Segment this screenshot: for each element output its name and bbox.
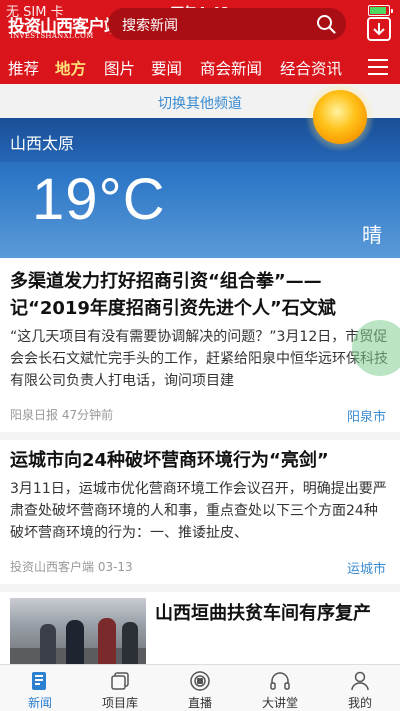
channel-bar: 推荐 地方 图片 要闻 商会新闻 经合资讯 — [0, 50, 400, 84]
weather-temperature: 19°C — [32, 167, 166, 232]
headphones-icon — [270, 672, 290, 690]
battery-icon — [368, 5, 393, 16]
tab-chamber-news[interactable]: 商会新闻 — [200, 57, 262, 79]
bottom-tab-bar: 新闻 项目库 直播 大讲堂 我的 — [0, 664, 400, 711]
article-source: 阳泉日报 47分钟前 — [10, 408, 114, 422]
divider — [0, 432, 400, 440]
tab-local[interactable]: 地方 — [55, 57, 86, 79]
article-meta: 阳泉日报 47分钟前 阳泉市 — [10, 406, 390, 425]
article-source: 投资山西客户端 03-13 — [10, 560, 133, 574]
tab-pictures[interactable]: 图片 — [104, 57, 135, 79]
tab-news[interactable]: 新闻 — [0, 665, 80, 711]
weather-city: 山西太原 — [10, 134, 75, 153]
tab-lecture-hall[interactable]: 大讲堂 — [240, 665, 320, 711]
weather-condition: 晴 — [362, 223, 382, 247]
article-title: 多渠道发力打好招商引资“组合拳”——记“2019年度招商引资先进个人”石文斌 — [10, 271, 336, 319]
tab-label: 项目库 — [101, 696, 138, 710]
tab-economic-news[interactable]: 经合资讯 — [280, 57, 342, 79]
divider — [0, 584, 400, 592]
live-icon — [190, 671, 210, 691]
article-summary: 3月11日，运城市优化营商环境工作会议召开，明确提出要严肃查处破坏营商环境的人和… — [10, 481, 387, 541]
search-icon[interactable] — [316, 14, 336, 34]
article-title[interactable]: 山西垣曲扶贫车间有序复产 — [155, 599, 371, 625]
menu-icon[interactable] — [368, 59, 388, 75]
news-item[interactable]: 多渠道发力打好招商引资“组合拳”——记“2019年度招商引资先进个人”石文斌 “… — [10, 268, 390, 425]
app-logo: 投资山西客户端 INVESTSHANXI.COM — [8, 8, 121, 42]
article-meta: 投资山西客户端 03-13 运城市 — [10, 558, 390, 577]
switch-channel-label: 切换其他频道 — [158, 96, 242, 112]
tab-project-library[interactable]: 项目库 — [80, 665, 160, 711]
logo-text-en: INVESTSHANXI.COM — [10, 32, 94, 40]
news-icon — [32, 672, 46, 690]
article-thumbnail[interactable] — [10, 598, 146, 664]
app-header: 无 SIM 卡 下午4:48 投资山西客户端 INVESTSHANXI.COM … — [0, 0, 400, 84]
article-region-tag[interactable]: 阳泉市 — [347, 406, 386, 425]
tab-label: 我的 — [347, 696, 372, 710]
sun-icon — [305, 82, 375, 152]
tab-live[interactable]: 直播 — [160, 665, 240, 711]
article-title: 运城市向24种破坏营商环境行为“亮剑” — [10, 450, 329, 471]
tab-label: 直播 — [187, 696, 212, 710]
tab-recommend[interactable]: 推荐 — [8, 57, 39, 79]
download-icon[interactable] — [366, 16, 392, 42]
tab-label: 新闻 — [27, 696, 52, 710]
profile-icon — [351, 671, 369, 691]
project-library-icon — [111, 672, 129, 690]
tab-profile[interactable]: 我的 — [320, 665, 400, 711]
article-region-tag[interactable]: 运城市 — [347, 558, 386, 577]
tab-label: 大讲堂 — [261, 696, 298, 710]
tab-headlines[interactable]: 要闻 — [151, 57, 182, 79]
news-item[interactable]: 运城市向24种破坏营商环境行为“亮剑” 3月11日，运城市优化营商环境工作会议召… — [10, 447, 390, 577]
search-placeholder: 搜索新闻 — [122, 18, 178, 34]
search-input[interactable]: 搜索新闻 — [108, 8, 346, 40]
article-summary: “这几天项目有没有需要协调解决的问题？”3月12日，市贸促会会长石文斌忙完手头的… — [10, 329, 388, 389]
touch-indicator — [352, 320, 400, 376]
